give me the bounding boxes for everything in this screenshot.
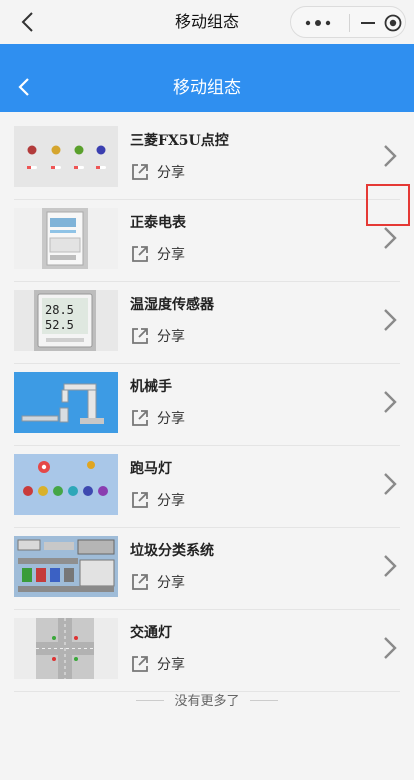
share-label: 分享 [157,165,185,181]
list-item[interactable]: 跑马灯 分享 [0,446,414,528]
temperature-humidity-thumbnail: 28.5 52.5 [14,290,118,351]
item-title: 垃圾分类系统 [130,543,214,559]
share-label: 分享 [157,493,185,509]
share-label: 分享 [157,575,185,591]
chevron-right-icon[interactable] [376,307,402,333]
close-target-icon[interactable] [384,14,402,32]
share-button[interactable]: 分享 [130,325,185,347]
share-icon [132,246,148,262]
share-label: 分享 [157,329,185,345]
list-item[interactable]: 交通灯 分享 [0,610,414,692]
list-item[interactable]: 三菱FX5U点控 分享 [0,118,414,200]
share-icon [132,164,148,180]
sorting-system-thumbnail [14,536,118,597]
item-title: 正泰电表 [130,215,186,231]
more-dots-icon[interactable] [303,17,333,29]
robot-arm-thumbnail [14,372,118,433]
capsule-divider [349,14,350,32]
share-label: 分享 [157,247,185,263]
highlight-box [366,184,410,226]
share-button[interactable]: 分享 [130,489,185,511]
list-end-footer: 没有更多了 [0,690,414,710]
list-item[interactable]: 机械手 分享 [0,364,414,446]
footer-line-left [136,700,164,701]
share-icon [132,328,148,344]
chevron-right-icon[interactable] [376,471,402,497]
electric-meter-thumbnail [14,208,118,269]
app-header: 移动组态 [0,44,414,112]
share-label: 分享 [157,411,185,427]
share-button[interactable]: 分享 [130,161,185,183]
wechat-nav-bar: 移动组态 [0,0,414,44]
footer-line-right [250,700,278,701]
project-list: 三菱FX5U点控 分享 正泰电表 分享 28.5 52.5 温湿度传感器 分享 … [0,118,414,692]
list-item[interactable]: 正泰电表 分享 [0,200,414,282]
share-button[interactable]: 分享 [130,571,185,593]
no-more-label: 没有更多了 [174,694,240,709]
temperature-reading: 28.5 [45,303,74,317]
share-button[interactable]: 分享 [130,407,185,429]
menu-capsule [290,6,406,38]
humidity-reading: 52.5 [45,318,74,332]
share-icon [132,410,148,426]
chevron-right-icon[interactable] [376,389,402,415]
item-title: 机械手 [130,379,172,395]
chevron-right-icon[interactable] [376,143,402,169]
item-title: 跑马灯 [130,461,172,477]
chevron-right-icon[interactable] [376,225,402,251]
item-title: 交通灯 [130,625,172,641]
page-title: 移动组态 [173,78,241,98]
item-title: 温湿度传感器 [130,297,214,313]
lights-panel-thumbnail [14,126,118,187]
minimize-icon[interactable] [361,17,375,29]
list-item[interactable]: 28.5 52.5 温湿度传感器 分享 [0,282,414,364]
share-icon [132,574,148,590]
chevron-right-icon[interactable] [376,553,402,579]
share-button[interactable]: 分享 [130,653,185,675]
share-icon [132,656,148,672]
share-button[interactable]: 分享 [130,243,185,265]
list-item[interactable]: 垃圾分类系统 分享 [0,528,414,610]
item-title: 三菱FX5U点控 [130,133,229,149]
marquee-lights-thumbnail [14,454,118,515]
share-label: 分享 [157,657,185,673]
chevron-right-icon[interactable] [376,635,402,661]
share-icon [132,492,148,508]
traffic-lights-thumbnail [14,618,118,679]
